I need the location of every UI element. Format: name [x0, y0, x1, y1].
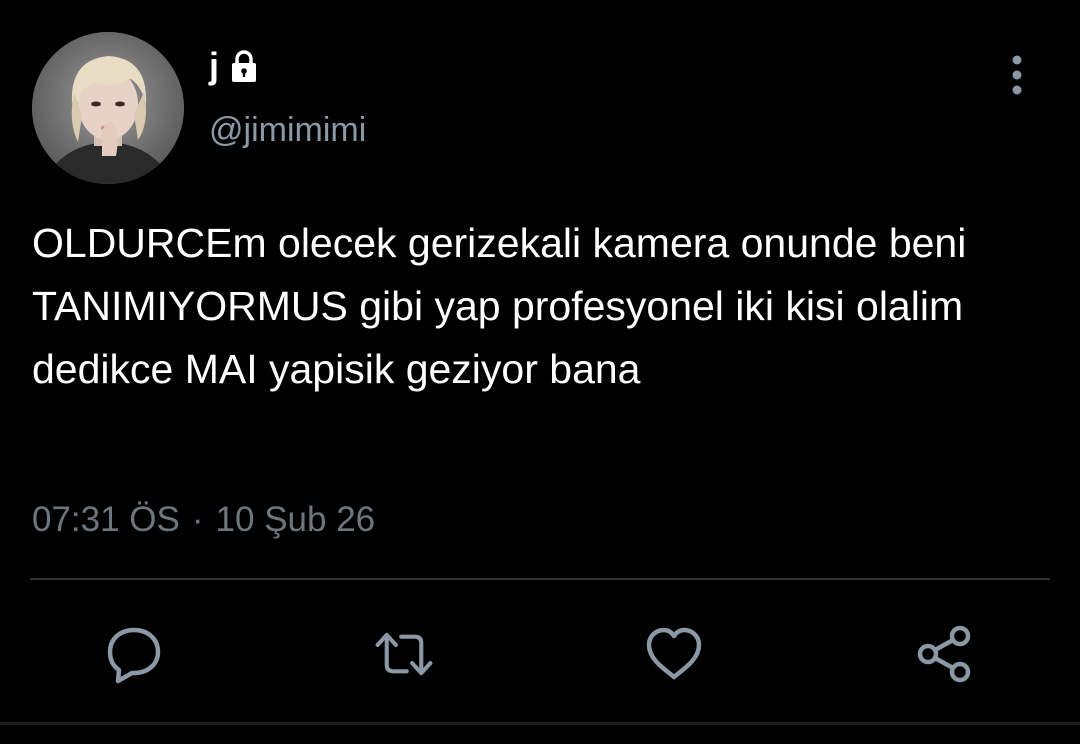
- tweet-time: 07:31 ÖS: [32, 500, 180, 539]
- display-name[interactable]: j: [209, 48, 219, 84]
- tweet-date: 10 Şub 26: [215, 500, 376, 539]
- divider: [30, 578, 1050, 580]
- reply-icon: [107, 627, 161, 684]
- retweet-icon: [375, 632, 433, 676]
- reply-button[interactable]: [104, 624, 164, 684]
- avatar[interactable]: [32, 32, 184, 184]
- tweet-text: OLDURCEm olecek gerizekali kamera onunde…: [32, 220, 967, 392]
- more-vertical-icon[interactable]: [1000, 52, 1034, 98]
- share-icon: [917, 625, 971, 683]
- bottom-divider: [0, 722, 1080, 725]
- retweet-button[interactable]: [374, 624, 434, 684]
- display-name-row: j: [209, 40, 261, 92]
- user-handle[interactable]: @jimimimi: [209, 110, 366, 151]
- tweet-card: j @jimimimi OLDURCEm olecek gerizekali k…: [0, 0, 1080, 744]
- like-button[interactable]: [644, 624, 704, 684]
- share-button[interactable]: [914, 624, 974, 684]
- timestamp-separator: ·: [191, 500, 204, 539]
- tweet-timestamp: 07:31 ÖS · 10 Şub 26: [32, 500, 375, 540]
- lock-icon: [227, 49, 261, 83]
- avatar-photo: [32, 32, 184, 184]
- heart-icon: [646, 627, 702, 680]
